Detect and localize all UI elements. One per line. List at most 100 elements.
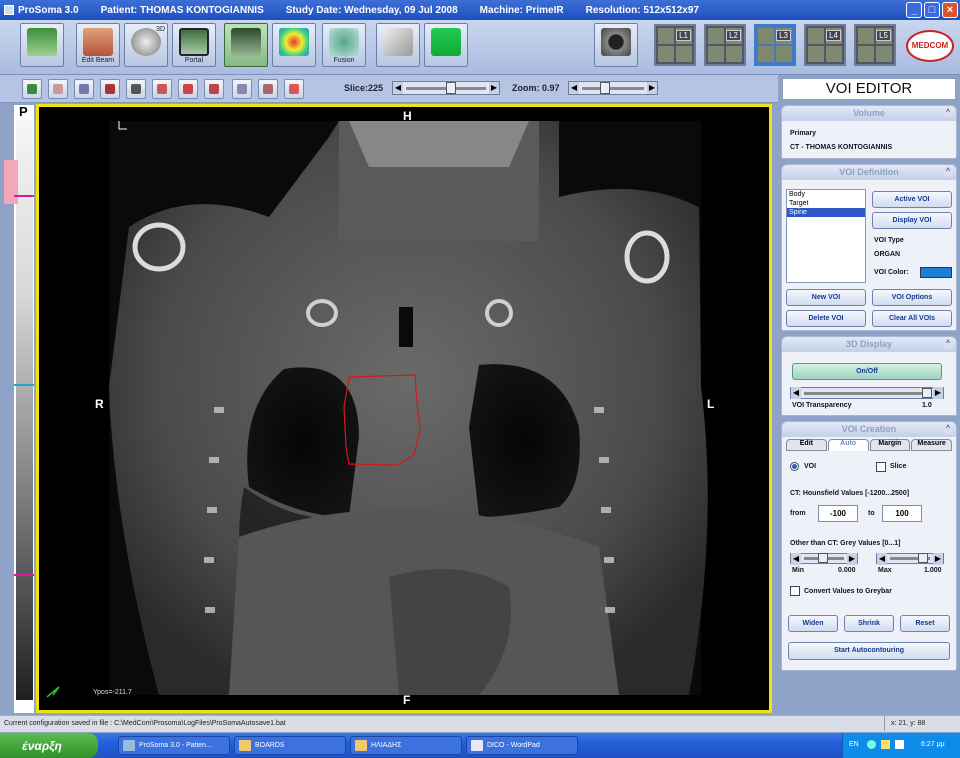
- network-icon[interactable]: [867, 740, 876, 749]
- zoom-thumb[interactable]: [600, 81, 610, 94]
- widen-button[interactable]: Widen: [788, 615, 838, 632]
- start-button[interactable]: έναρξη: [0, 733, 98, 758]
- max-left-arrow[interactable]: ◀: [877, 552, 887, 565]
- 3d-on-off-toggle[interactable]: On/Off: [792, 363, 942, 380]
- pan-tool-button[interactable]: [48, 79, 68, 99]
- tab-edit[interactable]: Edit: [786, 439, 827, 451]
- dose-map-button[interactable]: [272, 23, 316, 67]
- grid-icon: [263, 84, 273, 94]
- grey-ramp[interactable]: [16, 120, 33, 700]
- voi-options-button[interactable]: VOI Options: [872, 289, 952, 306]
- layout-1-button[interactable]: L1: [654, 24, 696, 66]
- select-tool-button[interactable]: [22, 79, 42, 99]
- minimize-button[interactable]: _: [906, 2, 922, 18]
- collapse-icon[interactable]: ^: [943, 424, 953, 434]
- slice-left-arrow[interactable]: ◀: [393, 82, 403, 94]
- display-voi-button[interactable]: Display VOI: [872, 212, 952, 229]
- ypos-readout: Ypos=-211.7: [93, 689, 132, 696]
- ruler-tool-button[interactable]: [74, 79, 94, 99]
- voi-list-item[interactable]: Target: [787, 199, 865, 208]
- slice-slider[interactable]: ◀ ▶: [392, 81, 500, 95]
- grey-max-slider[interactable]: ◀ ▶: [876, 552, 944, 565]
- voi-list-item[interactable]: Body: [787, 190, 865, 199]
- layout-4-button[interactable]: L4: [804, 24, 846, 66]
- ramp-marker-upper[interactable]: [14, 195, 34, 197]
- shrink-button[interactable]: Shrink: [844, 615, 894, 632]
- transparency-slider[interactable]: ◀ ▶: [790, 387, 944, 399]
- tab-margin[interactable]: Margin: [869, 439, 911, 451]
- ct-viewport[interactable]: H F R L Ypos=-211.7: [36, 104, 772, 713]
- ramp-marker-middle[interactable]: [14, 384, 34, 386]
- delete-voi-button[interactable]: Delete VOI: [786, 310, 866, 327]
- security-icon[interactable]: [881, 740, 890, 749]
- clock[interactable]: 6:27 μμ: [921, 741, 945, 748]
- grey-min-slider[interactable]: ◀ ▶: [790, 552, 858, 565]
- max-right-arrow[interactable]: ▶: [933, 552, 943, 565]
- voi-tool-button[interactable]: [152, 79, 172, 99]
- task-iliadis[interactable]: ΗΛΙΑΔΗΣ: [350, 736, 462, 755]
- slice-checkbox[interactable]: [876, 462, 886, 472]
- slice-right-arrow[interactable]: ▶: [489, 82, 499, 94]
- maximize-button[interactable]: □: [924, 2, 940, 18]
- to-label: to: [868, 510, 875, 517]
- slice-thumb[interactable]: [446, 81, 456, 94]
- layout-3-button[interactable]: L3: [754, 24, 796, 66]
- grid-tool-button[interactable]: [258, 79, 278, 99]
- min-thumb[interactable]: [818, 553, 828, 563]
- voi-radio[interactable]: [790, 462, 799, 471]
- active-voi-button[interactable]: Active VOI: [872, 191, 952, 208]
- reset-button[interactable]: Reset: [900, 615, 950, 632]
- layout-2-button[interactable]: L2: [704, 24, 746, 66]
- task-wordpad[interactable]: DICO - WordPad: [466, 736, 578, 755]
- main-toolbar: Edit Beam 3D Portal Fusion L1 L2 L3 L4 L…: [0, 20, 960, 75]
- task-label: BOARDS: [255, 742, 285, 749]
- brush-tool-button[interactable]: [204, 79, 224, 99]
- monitor-button[interactable]: [424, 23, 468, 67]
- voi-type-label: VOI Type: [874, 237, 904, 244]
- edit-beam-button[interactable]: Edit Beam: [76, 23, 120, 67]
- convert-checkbox[interactable]: [790, 586, 800, 596]
- max-thumb[interactable]: [918, 553, 928, 563]
- task-boards[interactable]: BOARDS: [234, 736, 346, 755]
- clear-all-vois-button[interactable]: Clear All VOIs: [872, 310, 952, 327]
- center-tool-button[interactable]: [232, 79, 252, 99]
- min-right-arrow[interactable]: ▶: [847, 552, 857, 565]
- collapse-icon[interactable]: ^: [943, 167, 953, 177]
- tab-auto[interactable]: Auto: [827, 439, 869, 451]
- zoom-left-arrow[interactable]: ◀: [569, 82, 579, 94]
- ramp-marker-lower[interactable]: [14, 574, 34, 576]
- scissors-button[interactable]: [376, 23, 420, 67]
- task-prosoma[interactable]: ProSoma 3.0 - Patien...: [118, 736, 230, 755]
- language-indicator[interactable]: EN: [849, 741, 859, 748]
- start-autocontouring-button[interactable]: Start Autocontouring: [788, 642, 950, 660]
- fusion-button[interactable]: Fusion: [322, 23, 366, 67]
- transparency-right-arrow[interactable]: ▶: [933, 387, 943, 399]
- transparency-left-arrow[interactable]: ◀: [791, 387, 801, 399]
- transparency-thumb[interactable]: [922, 387, 932, 398]
- zoom-slider[interactable]: ◀ ▶: [568, 81, 658, 95]
- collapse-icon[interactable]: ^: [943, 108, 953, 118]
- hu-from-input[interactable]: -100: [818, 505, 858, 522]
- crop-tool-button[interactable]: [126, 79, 146, 99]
- portal-button[interactable]: Portal: [172, 23, 216, 67]
- close-button[interactable]: ×: [942, 2, 958, 18]
- new-voi-button[interactable]: New VOI: [786, 289, 866, 306]
- voi-color-swatch[interactable]: [920, 267, 952, 278]
- zoom-right-arrow[interactable]: ▶: [647, 82, 657, 94]
- voi-list[interactable]: Body Target Spine: [786, 189, 866, 283]
- voi-list-item-selected[interactable]: Spine: [787, 208, 865, 217]
- palette-tool-button[interactable]: [284, 79, 304, 99]
- voi-alt-tool-button[interactable]: [178, 79, 198, 99]
- collapse-icon[interactable]: ^: [943, 339, 953, 349]
- 3d-view-button[interactable]: 3D: [124, 23, 168, 67]
- tab-measure[interactable]: Measure: [911, 439, 952, 451]
- save-button[interactable]: [20, 23, 64, 67]
- window-level-button[interactable]: [100, 79, 120, 99]
- body-contour-button[interactable]: [224, 23, 268, 67]
- camera-button[interactable]: [594, 23, 638, 67]
- layout-5-button[interactable]: L5: [854, 24, 896, 66]
- grey-ramp-handle[interactable]: [4, 160, 18, 204]
- volume-icon[interactable]: [895, 740, 904, 749]
- min-left-arrow[interactable]: ◀: [791, 552, 801, 565]
- hu-to-input[interactable]: 100: [882, 505, 922, 522]
